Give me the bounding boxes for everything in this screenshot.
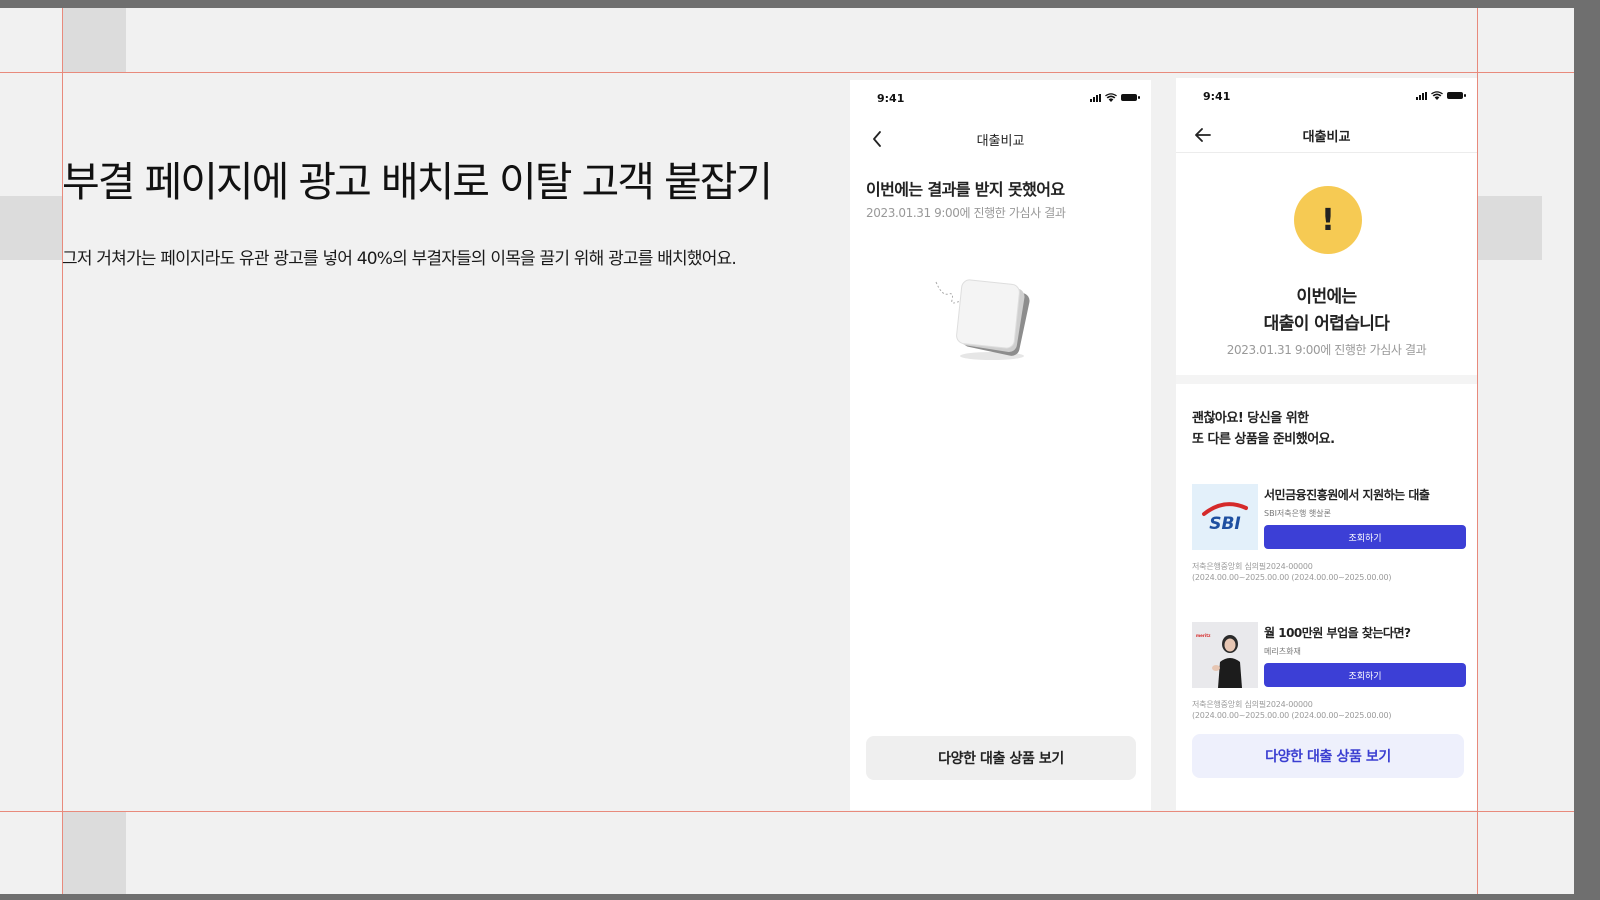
view-loan-products-button[interactable]: 다양한 대출 상품 보기 [866,736,1136,780]
legal-notice: 저축은행중앙회 심의필2024-00000 (2024.00.00~2025.0… [1192,699,1392,721]
legal-line: 저축은행중앙회 심의필2024-00000 [1192,562,1313,571]
wifi-icon [1431,91,1443,100]
wifi-icon [1105,93,1117,102]
signal-icon [1090,93,1101,102]
guide-line [1477,8,1478,894]
product-name: 월 100만원 부업을 찾는다면? [1264,626,1411,640]
inquire-button[interactable]: 조회하기 [1264,525,1466,549]
legal-line: (2024.00.00~2025.00.00 (2024.00.00~2025.… [1192,573,1392,582]
status-icons [1090,93,1140,102]
guide-block [1478,196,1542,260]
recommendation-heading: 괜찮아요! 당신을 위한 또 다른 상품을 준비했어요. [1192,408,1335,450]
result-title-line: 대출이 어렵습니다 [1263,314,1390,334]
status-time: 9:41 [877,92,905,105]
result-title: 이번에는 결과를 받지 못했어요 [866,180,1065,199]
guide-block [62,812,126,894]
nav-bar: 대출비교 [850,120,1151,156]
guide-line [0,72,1574,73]
product-name: 서민금융진흥원에서 지원하는 대출 [1264,488,1430,502]
slide-description: 그저 거쳐가는 페이지라도 유관 광고를 넣어 40%의 부결자들의 이목을 끌… [62,249,737,269]
guide-block [0,196,62,260]
nav-title: 대출비교 [976,134,1025,149]
view-loan-products-button[interactable]: 다양한 대출 상품 보기 [1192,734,1464,778]
warning-icon: ! [1294,186,1362,254]
legal-notice: 저축은행중앙회 심의필2024-00000 (2024.00.00~2025.0… [1192,561,1392,583]
result-title-line: 이번에는 [1296,287,1357,307]
slide-headline: 부결 페이지에 광고 배치로 이탈 고객 붙잡기 [62,158,773,206]
phone-screen-after: 9:41 대출비교 ! 이번에는 대출이 어렵습니다 2023.01.31 9:… [1176,78,1477,810]
battery-icon [1447,92,1466,99]
legal-line: (2024.00.00~2025.00.00 (2024.00.00~2025.… [1192,711,1392,720]
phone-screen-before: 9:41 대출비교 이번에는 결과를 받지 못했어요 2023.01.31 9:… [850,80,1151,810]
sbi-logo-mark: SBI [1202,502,1248,534]
status-icons [1416,91,1466,100]
nav-bar: 대출비교 [1176,116,1477,152]
result-date: 2023.01.31 9:00에 진행한 가심사 결과 [1226,343,1427,357]
model-photo [1212,635,1242,688]
product-provider: SBI저축은행 햇살론 [1264,509,1331,518]
guide-line [62,8,63,894]
recommendation-heading-line: 또 다른 상품을 준비했어요. [1192,432,1335,447]
status-time: 9:41 [1203,90,1231,103]
nav-divider [1176,152,1477,153]
guide-block [62,8,126,72]
ad-product-card: meritz 월 100만원 부업을 찾는다면? 메리츠화재 조회하기 [1192,622,1466,688]
inquire-button[interactable]: 조회하기 [1264,663,1466,687]
status-bar: 9:41 [850,80,1151,116]
result-title: 이번에는 대출이 어렵습니다 [1176,284,1477,338]
ad-product-card: SBI 서민금융진흥원에서 지원하는 대출 SBI저축은행 햇살론 조회하기 [1192,484,1466,550]
result-date: 2023.01.31 9:00에 진행한 가심사 결과 [866,206,1066,220]
legal-line: 저축은행중앙회 심의필2024-00000 [1192,700,1313,709]
guide-line [0,811,1574,812]
battery-icon [1121,94,1140,101]
note-pad-illustration [935,279,1030,360]
section-divider [1176,375,1477,384]
presentation-slide: 부결 페이지에 광고 배치로 이탈 고객 붙잡기 그저 거쳐가는 페이지라도 유… [0,8,1574,894]
recommendation-heading-line: 괜찮아요! 당신을 위한 [1192,411,1309,426]
sbi-logo: SBI [1192,484,1258,550]
meritz-ad-thumbnail: meritz [1192,622,1258,688]
status-bar: 9:41 [1176,78,1477,114]
nav-title: 대출비교 [1302,130,1351,145]
signal-icon [1416,91,1427,100]
sbi-logo-text: SBI [1209,514,1241,534]
product-provider: 메리츠화재 [1264,647,1301,656]
